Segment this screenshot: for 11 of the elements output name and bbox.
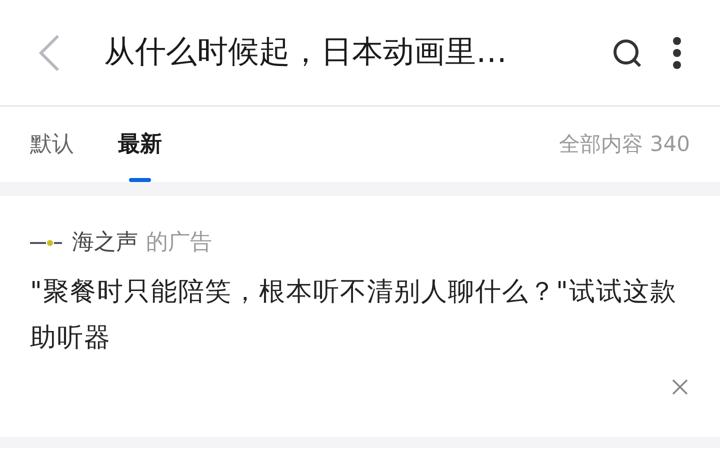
page-title: 从什么时候起，日本动画里…	[104, 33, 507, 72]
close-icon[interactable]	[672, 379, 688, 395]
advertiser-name[interactable]: 海之声	[72, 226, 138, 259]
content-count: 全部内容 340	[559, 130, 690, 158]
search-icon[interactable]	[612, 38, 642, 68]
ad-text[interactable]: "聚餐时只能陪笑，根本听不清别人聊什么？"试试这款助听器	[30, 269, 690, 361]
advertiser-logo-icon	[30, 238, 62, 246]
tab[interactable]: 最新	[118, 107, 162, 182]
more-icon[interactable]	[672, 36, 682, 68]
tab[interactable]: 默认	[30, 107, 74, 182]
ad-label: 的广告	[146, 229, 212, 257]
